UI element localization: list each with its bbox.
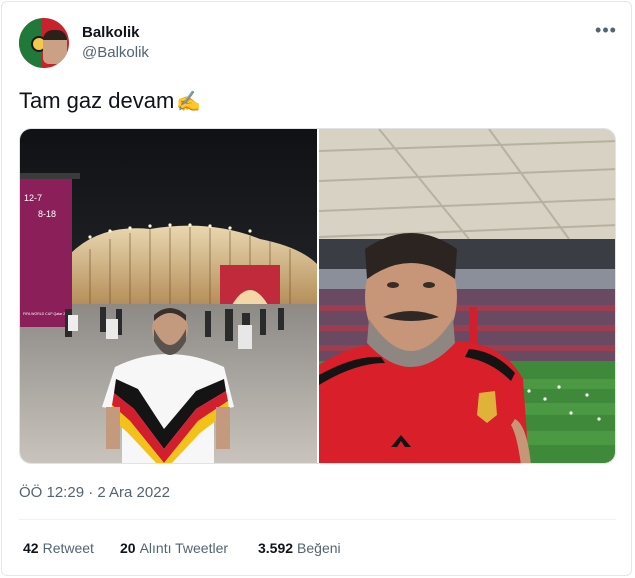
retweets-label: Retweet [42, 540, 94, 556]
retweets-stat[interactable]: 42 Retweet [23, 540, 94, 556]
sign-text-2: 8-18 [38, 209, 56, 219]
quotes-stat[interactable]: 20 Alıntı Tweetler [120, 540, 228, 556]
quotes-label: Alıntı Tweetler [139, 540, 229, 556]
media-photo-stadium-night[interactable]: 12-7 8-18 FIFA WORLD CUP Qatar 2022 [20, 129, 317, 463]
author-name[interactable]: Balkolik [82, 24, 140, 41]
stadium-night-photo: 12-7 8-18 FIFA WORLD CUP Qatar 2022 [20, 129, 317, 463]
author-avatar[interactable] [19, 18, 69, 68]
quotes-count: 20 [120, 540, 136, 556]
retweets-count: 42 [23, 540, 39, 556]
likes-stat[interactable]: 3.592 Beğeni [258, 540, 341, 556]
likes-count: 3.592 [258, 540, 294, 556]
author-handle[interactable]: @Balkolik [82, 44, 149, 61]
sign-caption: FIFA WORLD CUP Qatar 2022 [23, 312, 71, 316]
tweet-text: Tam gaz devam ✍️ [19, 87, 201, 116]
stadium-selfie-photo [319, 129, 615, 463]
tweet-timestamp[interactable]: ÖÖ 12:29 · 2 Ara 2022 [19, 484, 170, 501]
tweet-media[interactable]: 12-7 8-18 FIFA WORLD CUP Qatar 2022 [19, 128, 616, 464]
more-options-icon[interactable]: ••• [594, 20, 618, 40]
media-photo-stadium-selfie[interactable] [319, 129, 615, 463]
likes-label: Beğeni [297, 540, 341, 556]
sign-text-1: 12-7 [24, 193, 42, 203]
stats-divider [19, 519, 616, 520]
writing-hand-emoji: ✍️ [176, 91, 202, 113]
tweet-body: Tam gaz devam [19, 88, 175, 113]
avatar-face [43, 30, 67, 64]
